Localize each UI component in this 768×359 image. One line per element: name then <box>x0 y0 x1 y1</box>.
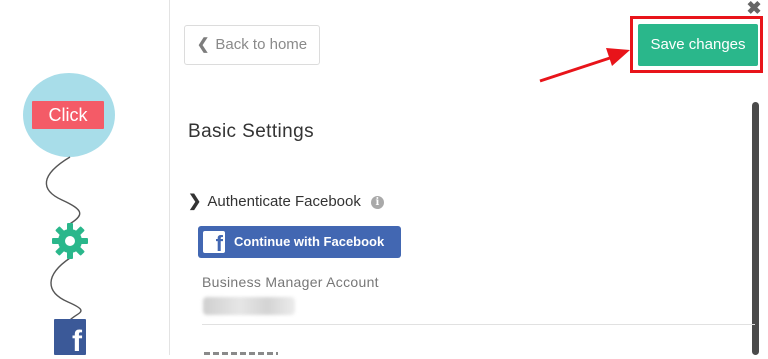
gear-icon <box>52 223 88 259</box>
next-field-label-cropped <box>204 345 278 355</box>
authenticate-facebook-label: Authenticate Facebook <box>207 193 361 210</box>
connector-line <box>45 156 82 321</box>
info-icon[interactable]: i <box>370 196 384 209</box>
tutorial-panel: Click f <box>0 0 170 358</box>
section-divider <box>202 324 755 325</box>
chevron-right-icon: ❯ <box>188 193 202 210</box>
back-to-home-button[interactable]: ❮ Back to home <box>184 25 320 65</box>
panel-divider <box>169 0 170 355</box>
facebook-icon: f <box>203 231 225 256</box>
facebook-button-label: Continue with Facebook <box>234 234 385 249</box>
back-button-label: Back to home <box>215 36 308 53</box>
facebook-icon: f <box>54 319 86 358</box>
authenticate-facebook-toggle[interactable]: ❯ Authenticate Facebook i <box>188 191 384 211</box>
business-manager-value-redacted <box>203 297 295 315</box>
scrollbar[interactable] <box>752 102 759 355</box>
page-title: Basic Settings <box>188 121 314 142</box>
business-manager-label: Business Manager Account <box>202 274 379 290</box>
continue-with-facebook-button[interactable]: f Continue with Facebook <box>198 226 401 258</box>
save-changes-button[interactable]: Save changes <box>638 24 758 66</box>
chevron-left-icon: ❮ <box>196 36 210 53</box>
